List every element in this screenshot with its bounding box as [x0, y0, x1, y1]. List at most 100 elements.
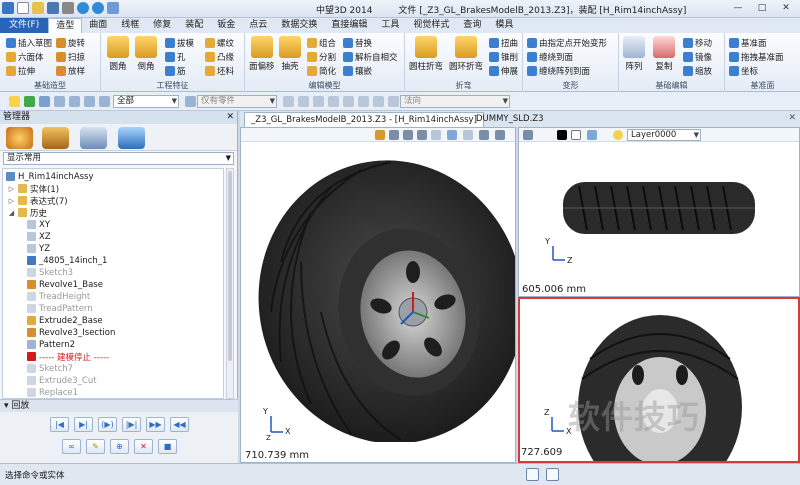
close-button[interactable]: ✕ — [774, 1, 798, 15]
replace-button[interactable]: 替换 — [343, 37, 372, 49]
shell-button[interactable]: 抽壳 — [279, 36, 301, 72]
assembly-tab-icon[interactable] — [42, 127, 69, 149]
expand-icon[interactable]: ▷ — [8, 185, 15, 193]
pattern-button[interactable]: 阵列 — [623, 36, 645, 72]
rotate-icon[interactable] — [417, 130, 427, 140]
redo-icon[interactable] — [92, 2, 104, 14]
playback-back-button[interactable]: ◀◀ — [170, 417, 189, 432]
display-icon[interactable] — [495, 130, 505, 140]
tree-row-extrude2[interactable]: Extrude2_Base — [27, 315, 103, 326]
drag-datum-button[interactable]: 拖拽基准面 — [729, 51, 784, 63]
playback-last-button[interactable]: ▶| — [74, 417, 93, 432]
playback-loop-button[interactable]: ∞ — [62, 439, 81, 454]
tree-row-sketch3[interactable]: Sketch3 — [27, 267, 73, 278]
close-document-icon[interactable]: ✕ — [788, 113, 796, 123]
playback-edit-button[interactable]: ✎ — [86, 439, 105, 454]
tab-mold[interactable]: 模具 — [488, 18, 520, 33]
emboss-button[interactable]: 镶嵌 — [343, 65, 372, 77]
mirror-button[interactable]: 镜像 — [683, 51, 712, 63]
copy-button[interactable]: 复制 — [653, 36, 675, 72]
tree-row-treadpattern[interactable]: TreadPattern — [27, 303, 93, 314]
combine-button[interactable]: 组合 — [307, 37, 336, 49]
app-logo-icon[interactable] — [2, 2, 14, 14]
filter-icon[interactable] — [99, 96, 110, 107]
playback-step-button[interactable]: |▶| — [122, 417, 141, 432]
history-tab-icon[interactable] — [6, 127, 33, 149]
wireframe-icon[interactable] — [463, 130, 473, 140]
tree-row-rollback-marker[interactable]: ----- 建模停止 ----- — [27, 351, 109, 363]
tab-direct-edit[interactable]: 直接编辑 — [324, 18, 374, 33]
revolve-button[interactable]: 旋转 — [56, 37, 85, 49]
axis-icon[interactable] — [343, 96, 354, 107]
tree-row-xy[interactable]: XY — [27, 219, 50, 230]
maximize-button[interactable]: □ — [750, 1, 774, 15]
open-folder-icon[interactable] — [32, 2, 44, 14]
wrap-to-face-button[interactable]: 缠绕到面 — [527, 51, 573, 63]
pan-icon[interactable] — [403, 130, 413, 140]
doc-tab-brakes[interactable]: _Z3_GL_BrakesModelB_2013.Z3 - [H_Rim14in… — [244, 112, 484, 127]
playback-first-button[interactable]: |◀ — [50, 417, 69, 432]
tree-row-component[interactable]: _4805_14inch_1 — [27, 255, 107, 266]
taper-button[interactable]: 锥削 — [489, 51, 518, 63]
tree-row-sketch7[interactable]: Sketch7 — [27, 363, 73, 374]
add-icon[interactable] — [24, 96, 35, 107]
tab-pointcloud[interactable]: 点云 — [242, 18, 274, 33]
split-button[interactable]: 分割 — [307, 51, 336, 63]
rib-button[interactable]: 筋 — [165, 65, 186, 77]
layer-select[interactable]: Layer0000 ▼ — [627, 129, 701, 141]
stock-button[interactable]: 坯料 — [205, 65, 234, 77]
tab-tools[interactable]: 工具 — [374, 18, 406, 33]
pick-icon[interactable] — [9, 96, 20, 107]
doc-tab-dummy[interactable]: DUMMY_SLD.Z3 — [470, 112, 550, 127]
tree-row-root[interactable]: H_Rim14inchAssy — [6, 171, 94, 182]
move-button[interactable]: 移动 — [683, 37, 712, 49]
select-icon[interactable] — [107, 2, 119, 14]
tab-sheetmetal[interactable]: 钣金 — [210, 18, 242, 33]
deform-from-point-button[interactable]: 由指定点开始变形 — [527, 37, 607, 49]
layout-single-icon[interactable] — [526, 468, 539, 481]
tree-row-expressions[interactable]: ▷ 表达式(7) — [8, 195, 68, 207]
coordinate-button[interactable]: 坐标 — [729, 65, 758, 77]
twist-button[interactable]: 扭曲 — [489, 37, 518, 49]
tab-data-exchange[interactable]: 数据交换 — [274, 18, 324, 33]
resolve-intersection-button[interactable]: 解析自相交 — [343, 51, 398, 63]
insert-sketch-button[interactable]: 插入草图 — [6, 37, 52, 49]
playback-header[interactable]: ▾ 回放 — [0, 400, 238, 412]
loft-button[interactable]: 放样 — [56, 65, 85, 77]
shade-icon[interactable] — [587, 130, 597, 140]
lip-button[interactable]: 凸缘 — [205, 51, 234, 63]
tab-repair[interactable]: 修复 — [146, 18, 178, 33]
cube-view-icon[interactable] — [431, 130, 441, 140]
tree-row-history[interactable]: ◢ 历史 — [8, 207, 47, 219]
hexahedron-button[interactable]: 六面体 — [6, 51, 44, 63]
snap-icon[interactable] — [298, 96, 309, 107]
tree-row-xz[interactable]: XZ — [27, 231, 51, 242]
datum-plane-button[interactable]: 基准面 — [729, 37, 767, 49]
tree-row-solids[interactable]: ▷ 实体(1) — [8, 183, 59, 195]
color-white-icon[interactable] — [571, 130, 581, 140]
direction-select[interactable]: 法向 ▼ — [400, 95, 510, 108]
scrollbar-thumb[interactable] — [228, 171, 232, 361]
ortho-icon[interactable] — [328, 96, 339, 107]
shade-icon[interactable] — [447, 130, 457, 140]
face-offset-button[interactable]: 面偏移 — [249, 36, 275, 72]
part-filter-select[interactable]: 仅有零件 ▼ — [197, 95, 277, 108]
thread-button[interactable]: 螺纹 — [205, 37, 234, 49]
entity-filter-select[interactable]: 全部 ▼ — [113, 95, 179, 108]
side-viewport[interactable]: Z X 727.609 — [518, 297, 800, 463]
playback-play-button[interactable]: (▶) — [98, 417, 117, 432]
part-tab-icon[interactable] — [118, 127, 145, 149]
stretch-button[interactable]: 伸展 — [489, 65, 518, 77]
playback-delete-button[interactable]: ✕ — [134, 439, 153, 454]
arrow-icon[interactable] — [523, 130, 533, 140]
plane-icon[interactable] — [358, 96, 369, 107]
tree-scrollbar[interactable] — [226, 168, 234, 399]
assembly-filter-icon[interactable] — [185, 96, 196, 107]
main-viewport[interactable]: Y X Z 710.739 mm — [240, 127, 516, 463]
tab-visual-style[interactable]: 视觉样式 — [406, 18, 456, 33]
torus-bend-button[interactable]: 圆环折弯 — [449, 36, 483, 72]
tab-surface[interactable]: 曲面 — [82, 18, 114, 33]
expand-icon[interactable]: ▷ — [8, 197, 15, 205]
arrow-icon[interactable] — [54, 96, 65, 107]
tab-inquire[interactable]: 查询 — [456, 18, 488, 33]
